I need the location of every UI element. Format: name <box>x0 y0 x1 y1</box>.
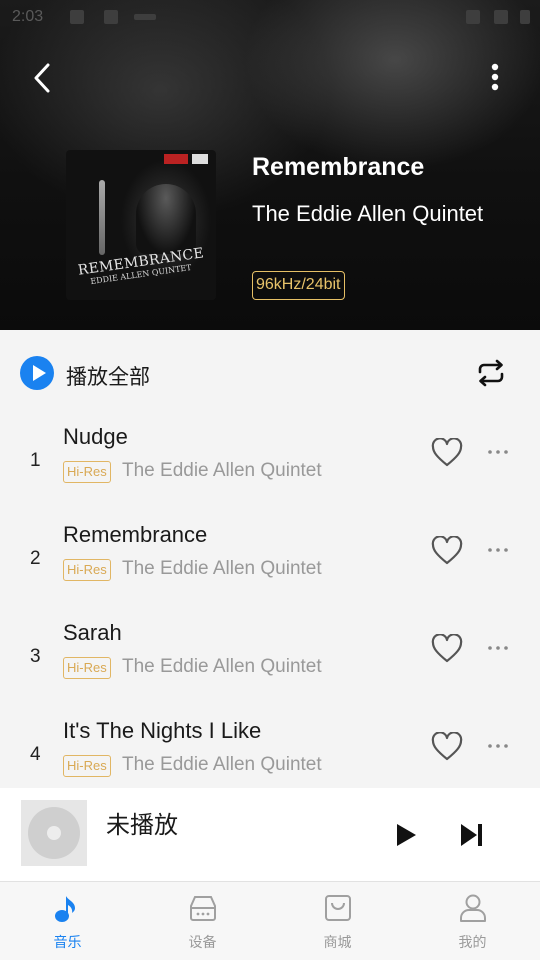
track-title: It's The Nights I Like <box>63 718 262 743</box>
album-title: Remembrance <box>252 153 425 181</box>
nav-tab-device[interactable]: 设备 <box>135 882 270 960</box>
track-artist: The Eddie Allen Quintet <box>122 460 322 481</box>
track-more-button[interactable] <box>486 636 510 660</box>
battery-status-icon <box>520 10 530 24</box>
track-number: 1 <box>30 450 41 471</box>
device-icon <box>190 896 216 921</box>
nav-label-device: 设备 <box>188 935 217 951</box>
track-number: 4 <box>30 744 41 765</box>
horizontal-dots-icon <box>488 450 508 454</box>
horizontal-dots-icon <box>488 646 508 650</box>
now-playing-title: 未播放 <box>106 811 178 839</box>
nav-tab-store[interactable]: 商城 <box>270 882 405 960</box>
nav-label-music: 音乐 <box>53 935 82 951</box>
track-number: 3 <box>30 646 41 667</box>
chevron-left-icon <box>34 63 50 93</box>
cover-trumpet-image <box>99 180 105 255</box>
track-row[interactable]: 2 Remembrance Hi-Res The Eddie Allen Qui… <box>0 508 540 606</box>
track-row[interactable]: 1 Nudge Hi-Res The Eddie Allen Quintet <box>0 410 540 508</box>
cover-label-logo <box>164 154 188 164</box>
track-more-button[interactable] <box>486 440 510 464</box>
track-title: Sarah <box>63 620 122 645</box>
more-options-button[interactable] <box>482 58 508 98</box>
favorite-button[interactable] <box>431 633 463 664</box>
heart-icon <box>431 731 463 761</box>
quality-badge: 96kHz/24bit <box>252 271 345 300</box>
music-note-icon <box>55 896 75 922</box>
album-artist: The Eddie Allen Quintet <box>252 201 484 226</box>
play-all-label: 播放全部 <box>66 365 150 389</box>
wifi-status-icon <box>466 10 480 24</box>
track-number: 2 <box>30 548 41 569</box>
signal-status-icon <box>494 10 508 24</box>
play-icon <box>397 824 416 846</box>
hires-badge: Hi-Res <box>63 657 111 679</box>
play-button[interactable] <box>392 820 420 850</box>
repeat-icon <box>478 359 504 387</box>
skip-next-icon <box>461 824 482 846</box>
horizontal-dots-icon <box>488 744 508 748</box>
shopping-bag-icon <box>325 895 351 921</box>
heart-icon <box>431 437 463 467</box>
favorite-button[interactable] <box>431 437 463 468</box>
cover-sacd-logo <box>192 154 208 164</box>
disc-hole <box>47 826 61 840</box>
track-artist: The Eddie Allen Quintet <box>122 754 322 775</box>
track-more-button[interactable] <box>486 538 510 562</box>
nav-tab-music[interactable]: 音乐 <box>0 882 135 960</box>
vertical-dots-icon <box>491 63 499 91</box>
album-cover: REMEMBRANCE EDDIE ALLEN QUINTET <box>66 150 216 300</box>
track-artist: The Eddie Allen Quintet <box>122 558 322 579</box>
hires-badge: Hi-Res <box>63 559 111 581</box>
heart-icon <box>431 633 463 663</box>
repeat-mode-button[interactable] <box>474 358 508 388</box>
play-circle-icon <box>20 356 54 390</box>
mini-player-cover <box>21 800 87 866</box>
download-status-icon <box>70 10 84 24</box>
favorite-button[interactable] <box>431 731 463 762</box>
person-icon <box>460 894 486 922</box>
track-artist: The Eddie Allen Quintet <box>122 656 322 677</box>
track-title: Nudge <box>63 424 128 449</box>
nav-tab-profile[interactable]: 我的 <box>405 882 540 960</box>
hires-badge: Hi-Res <box>63 461 111 483</box>
nav-label-store: 商城 <box>323 935 352 951</box>
track-row[interactable]: 3 Sarah Hi-Res The Eddie Allen Quintet <box>0 606 540 704</box>
track-more-button[interactable] <box>486 734 510 758</box>
cover-artist-image <box>136 184 196 254</box>
mini-player[interactable]: 未播放 <box>0 788 540 881</box>
track-title: Remembrance <box>63 522 208 547</box>
play-all-button[interactable]: 播放全部 <box>20 355 180 391</box>
hires-badge: Hi-Res <box>63 755 111 777</box>
next-track-button[interactable] <box>458 821 486 849</box>
back-button[interactable] <box>26 58 62 98</box>
nav-label-profile: 我的 <box>458 935 487 951</box>
favorite-button[interactable] <box>431 535 463 566</box>
horizontal-dots-icon <box>488 548 508 552</box>
heart-icon <box>431 535 463 565</box>
disc-icon <box>28 807 80 859</box>
status-time: 2:03 <box>12 8 44 25</box>
bottom-navigation: 音乐 设备 商城 我的 <box>0 881 540 960</box>
status-bar: 2:03 <box>0 0 540 34</box>
media-status-icon <box>134 14 156 20</box>
notification-status-icon <box>104 10 118 24</box>
album-header: 2:03 REMEMBRANCE EDDIE ALLEN QUINTET Rem… <box>0 0 540 330</box>
